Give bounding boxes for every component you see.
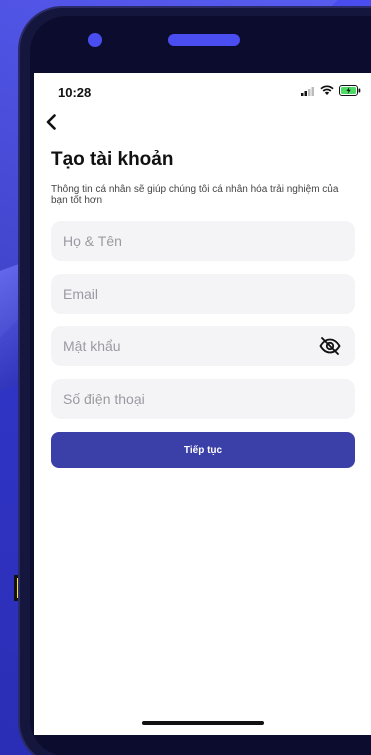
page-subtitle: Thông tin cá nhân sẽ giúp chúng tôi cá n…	[51, 184, 339, 206]
camera-icon	[88, 33, 102, 47]
signal-icon	[301, 86, 314, 96]
password-placeholder: Mật khẩu	[63, 338, 121, 354]
home-indicator	[142, 721, 264, 725]
back-button[interactable]	[40, 111, 62, 133]
phone-placeholder: Số điện thoại	[63, 391, 145, 407]
phone-input[interactable]: Số điện thoại	[51, 379, 355, 419]
email-placeholder: Email	[63, 286, 99, 302]
status-icons	[301, 85, 361, 96]
email-input[interactable]: Email	[51, 274, 355, 314]
full-name-input[interactable]: Họ & Tên	[51, 221, 355, 261]
app-screen: 10:28 Tạo tài khoản Thông tin cá nhân sẽ…	[34, 73, 371, 735]
chevron-left-icon	[46, 114, 56, 130]
status-bar: 10:28	[34, 73, 371, 109]
speaker-grille	[168, 34, 240, 46]
continue-button[interactable]: Tiếp tục	[51, 432, 355, 468]
page-title: Tạo tài khoản	[51, 149, 174, 170]
wifi-icon	[320, 85, 334, 95]
battery-icon	[339, 85, 361, 96]
status-time: 10:28	[58, 85, 92, 100]
eye-off-icon[interactable]	[319, 336, 341, 356]
full-name-placeholder: Họ & Tên	[63, 233, 122, 249]
password-input[interactable]: Mật khẩu	[51, 326, 355, 366]
